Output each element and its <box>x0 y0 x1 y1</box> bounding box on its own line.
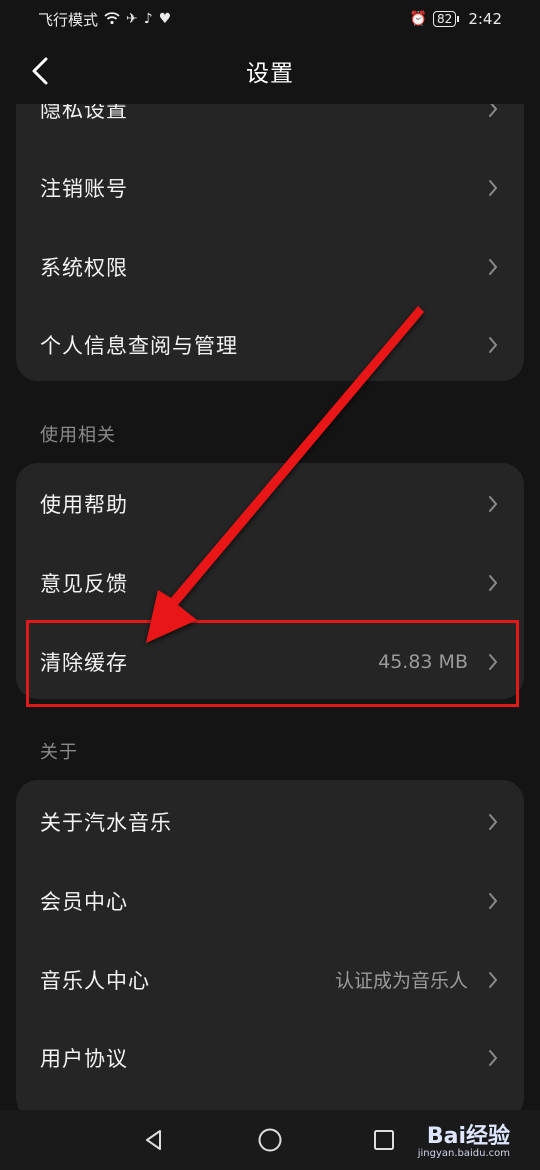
alarm-icon: ⏰ <box>409 11 428 27</box>
square-recents-icon <box>374 1130 394 1150</box>
status-mode-text: 飞行模式 <box>38 10 99 29</box>
chevron-left-icon <box>32 57 48 85</box>
wifi-icon <box>104 11 120 28</box>
chevron-right-icon <box>486 969 500 991</box>
airplane-icon: ✈ <box>126 11 138 27</box>
settings-item-user-agreement[interactable]: 用户协议 <box>16 1018 524 1097</box>
chevron-right-icon <box>486 572 500 594</box>
settings-item-label: 注销账号 <box>40 176 128 201</box>
triangle-back-icon <box>146 1130 161 1150</box>
chevron-right-icon <box>486 811 500 833</box>
settings-item-label: 使用帮助 <box>40 492 128 517</box>
chevron-right-icon <box>486 334 500 356</box>
settings-item-label: 会员中心 <box>40 889 128 914</box>
status-bar: 飞行模式 ✈ ♪ ♥ ⏰ 82 2:42 <box>0 0 540 38</box>
status-time: 2:42 <box>468 10 502 28</box>
settings-item-label: 音乐人中心 <box>40 968 150 993</box>
section-title-about: 关于 <box>40 742 78 763</box>
settings-item-musician-center[interactable]: 音乐人中心 认证成为音乐人 <box>16 940 524 1019</box>
settings-item-label: 关于汽水音乐 <box>40 810 172 835</box>
settings-item-system-permissions[interactable]: 系统权限 <box>16 227 524 306</box>
chevron-right-icon <box>486 651 500 673</box>
back-button[interactable] <box>26 54 54 88</box>
settings-item-feedback[interactable]: 意见反馈 <box>16 543 524 622</box>
baidu-jingyan-watermark: Bai经验 jingyan.baidu.com <box>418 1118 510 1159</box>
watermark-url: jingyan.baidu.com <box>417 1148 510 1159</box>
page-title: 设置 <box>246 61 294 87</box>
settings-item-personal-info[interactable]: 个人信息查阅与管理 <box>16 305 524 381</box>
settings-item-privacy[interactable]: 隐私设置 <box>16 104 524 148</box>
settings-item-about-app[interactable]: 关于汽水音乐 <box>16 782 524 861</box>
chevron-right-icon <box>486 256 500 278</box>
nav-back-button[interactable] <box>136 1122 172 1158</box>
settings-item-label: 系统权限 <box>40 255 128 280</box>
chevron-right-icon <box>486 890 500 912</box>
settings-item-label: 意见反馈 <box>40 571 128 596</box>
title-bar: 设置 <box>0 38 540 104</box>
nav-home-button[interactable] <box>252 1122 288 1158</box>
about-settings-card: 关于汽水音乐 会员中心 音乐人中心 认证成为音乐人 用户协议 <box>16 780 524 1120</box>
chevron-right-icon <box>486 177 500 199</box>
settings-item-help[interactable]: 使用帮助 <box>16 464 524 543</box>
circle-home-icon <box>258 1128 282 1152</box>
music-note-icon: ♪ <box>143 11 153 27</box>
usage-settings-card: 使用帮助 意见反馈 清除缓存 45.83 MB <box>16 463 524 699</box>
account-settings-card: 隐私设置 注销账号 系统权限 个人信息查阅与管理 <box>16 104 524 381</box>
settings-item-clear-cache[interactable]: 清除缓存 45.83 MB <box>16 622 524 699</box>
settings-item-label: 隐私设置 <box>40 104 128 122</box>
settings-item-delete-account[interactable]: 注销账号 <box>16 148 524 227</box>
chevron-right-icon <box>486 493 500 515</box>
watermark-logo: Bai经验 <box>426 1124 510 1149</box>
chevron-right-icon <box>486 104 500 120</box>
settings-item-label: 清除缓存 <box>40 650 128 675</box>
battery-icon: 82 <box>433 11 460 27</box>
settings-item-label: 个人信息查阅与管理 <box>40 333 238 358</box>
chevron-right-icon <box>486 1047 500 1069</box>
nav-recents-button[interactable] <box>366 1122 402 1158</box>
settings-item-label: 用户协议 <box>40 1046 128 1071</box>
settings-item-membership[interactable]: 会员中心 <box>16 861 524 940</box>
section-title-usage: 使用相关 <box>40 425 116 446</box>
musician-verify-value: 认证成为音乐人 <box>334 970 468 992</box>
cache-size-value: 45.83 MB <box>378 650 468 673</box>
heart-icon: ♥ <box>158 11 172 27</box>
